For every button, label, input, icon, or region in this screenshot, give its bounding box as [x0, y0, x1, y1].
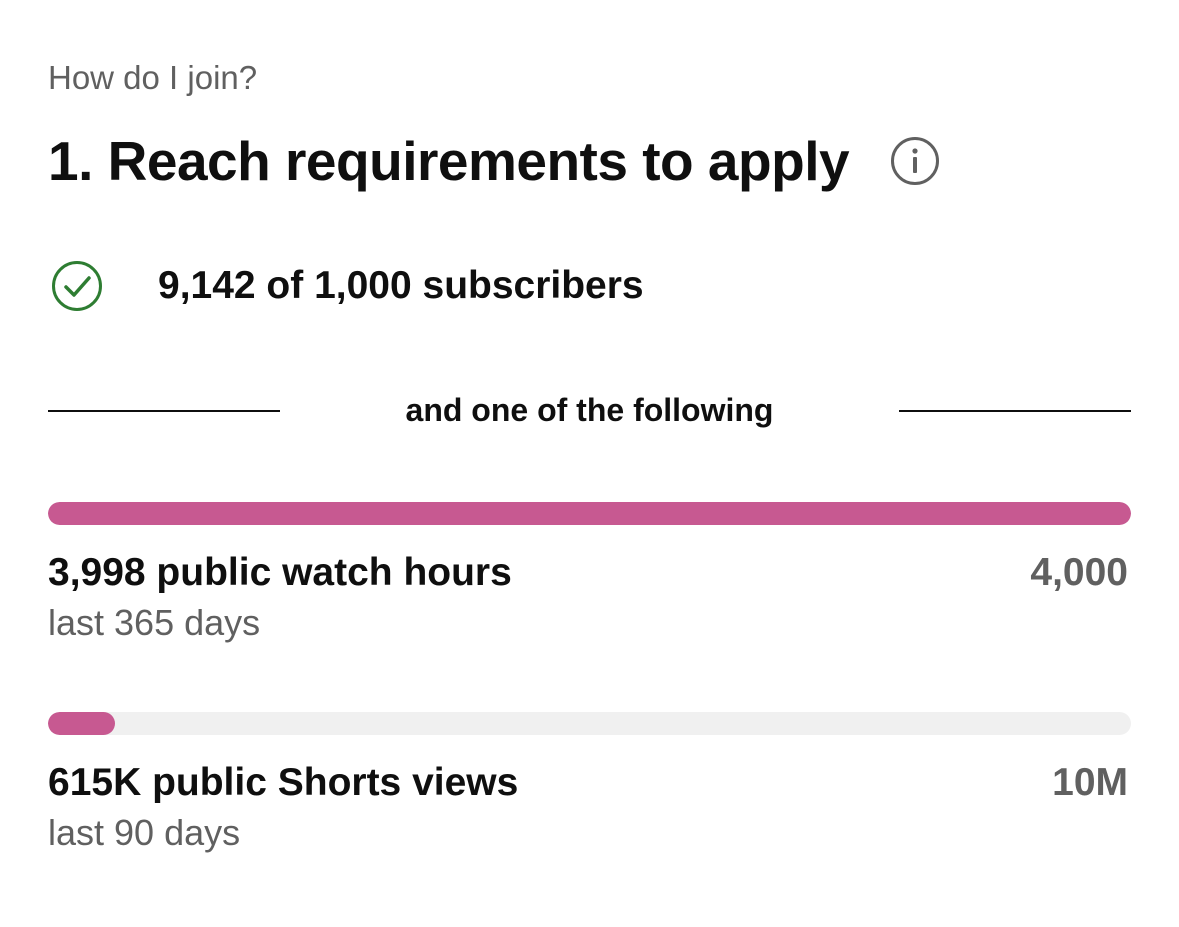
divider-line-right [899, 410, 1131, 412]
shorts-views-requirement: 615K public Shorts views 10M last 90 day… [48, 712, 1131, 857]
info-circle-icon[interactable] [889, 135, 941, 187]
metric-label: 3,998 public watch hours [48, 551, 512, 594]
check-circle-icon [52, 261, 102, 311]
title-row: 1. Reach requirements to apply [48, 126, 941, 196]
progress-bar-fill [48, 712, 115, 735]
or-divider: and one of the following [48, 388, 1131, 432]
subscribers-count: 9,142 of 1,000 subscribers [158, 264, 644, 307]
metric-row: 615K public Shorts views 10M [48, 757, 1131, 809]
section-kicker: How do I join? [48, 59, 258, 96]
page-title: 1. Reach requirements to apply [48, 130, 850, 192]
watch-hours-requirement: 3,998 public watch hours 4,000 last 365 … [48, 502, 1131, 647]
progress-bar-track [48, 502, 1131, 525]
progress-bar-track [48, 712, 1131, 735]
metric-label: 615K public Shorts views [48, 761, 519, 804]
metric-target: 4,000 [1030, 551, 1128, 594]
info-circle-icon-graphic [891, 137, 940, 185]
metric-period: last 365 days [48, 602, 261, 643]
metric-row: 3,998 public watch hours 4,000 [48, 547, 1131, 599]
progress-bar-fill [48, 502, 1131, 525]
metric-period: last 90 days [48, 812, 241, 853]
subscribers-requirement: 9,142 of 1,000 subscribers [50, 256, 644, 316]
metric-target: 10M [1052, 761, 1128, 804]
